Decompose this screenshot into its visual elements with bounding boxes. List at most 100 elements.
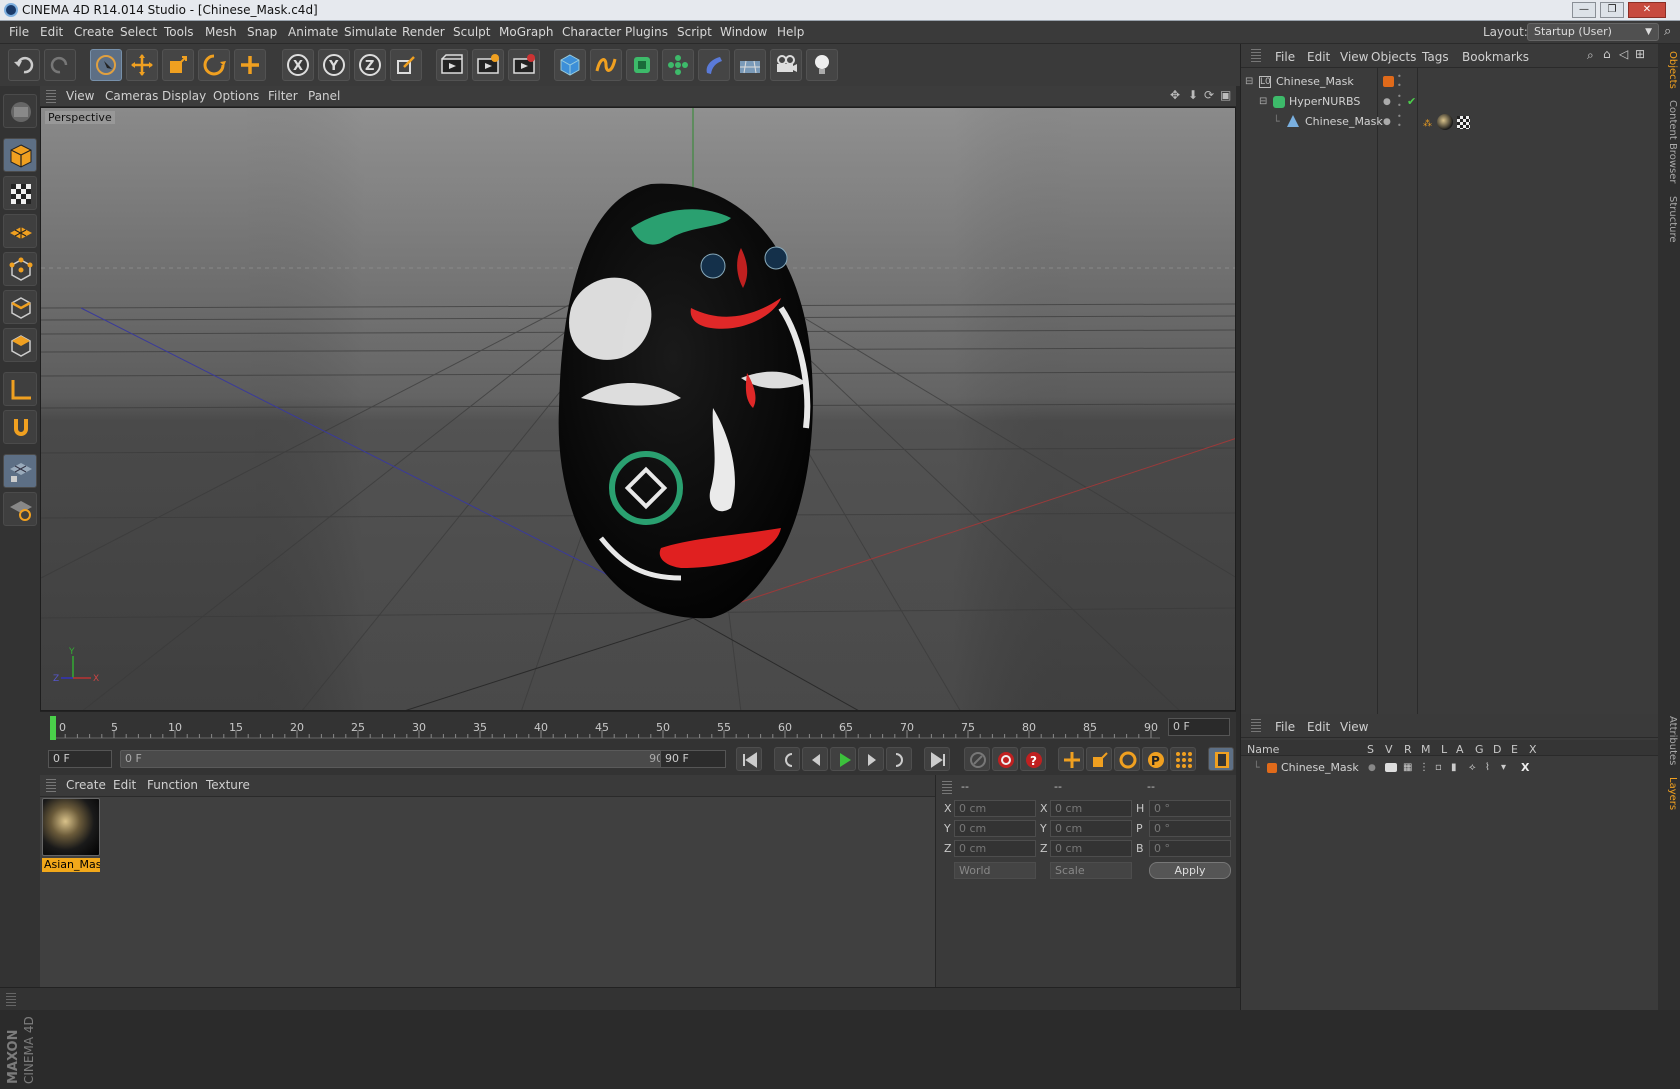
close-button[interactable]: ✕ (1628, 2, 1666, 18)
material-menu-create[interactable]: Create (66, 778, 106, 792)
viewport-menu-view[interactable]: View (66, 89, 94, 103)
column-name[interactable]: Name (1247, 743, 1279, 756)
camera-icon[interactable] (770, 49, 802, 81)
add-icon[interactable] (234, 49, 266, 81)
visibility-dots-icon[interactable]: • • (1397, 92, 1402, 110)
polygons-mode-icon[interactable] (3, 328, 37, 362)
menu-mesh[interactable]: Mesh (205, 25, 237, 39)
menu-simulate[interactable]: Simulate (344, 25, 397, 39)
object-menu-bookmarks[interactable]: Bookmarks (1462, 50, 1529, 64)
x-axis-lock-icon[interactable]: X (282, 49, 314, 81)
array-icon[interactable] (662, 49, 694, 81)
render-view-icon[interactable] (436, 49, 468, 81)
material-thumbnail[interactable] (42, 798, 100, 856)
viewport-menu-filter[interactable]: Filter (268, 89, 298, 103)
layer-color-swatch[interactable] (1383, 76, 1394, 87)
chinese-mask-model[interactable] (558, 183, 813, 619)
layer-menu-view[interactable]: View (1340, 720, 1368, 734)
light-icon[interactable] (806, 49, 838, 81)
object-name[interactable]: Chinese_Mask (1305, 112, 1383, 132)
model-mode-icon[interactable] (3, 138, 37, 172)
column-animation[interactable]: A (1456, 743, 1464, 756)
solo-toggle-icon[interactable]: ● (1368, 758, 1376, 778)
autokey-icon[interactable] (992, 747, 1018, 771)
object-menu-view[interactable]: View (1340, 50, 1368, 64)
layer-color-swatch[interactable] (1267, 763, 1277, 773)
expressions-toggle-icon[interactable]: ▾ (1501, 758, 1506, 778)
menu-sculpt[interactable]: Sculpt (453, 25, 490, 39)
render-toggle-icon[interactable]: ▦ (1403, 758, 1412, 778)
layer-row[interactable]: └ Chinese_Mask ● ▦ ⋮ ▫ ▮ ⟡ ⌇ ▾ X (1241, 758, 1659, 778)
play-icon[interactable] (830, 747, 856, 771)
viewport-move-icon[interactable]: ✥ (1170, 88, 1180, 102)
make-editable-icon[interactable] (3, 94, 37, 128)
undo-icon[interactable] (8, 49, 40, 81)
material-name[interactable]: Asian_Masl (42, 858, 100, 872)
rotation-b-field[interactable]: 0 ° (1149, 840, 1231, 857)
menu-window[interactable]: Window (720, 25, 767, 39)
coordinate-mode-select[interactable]: World (954, 862, 1036, 879)
material-menu-edit[interactable]: Edit (113, 778, 136, 792)
viewport-menu-display[interactable]: Display (162, 89, 206, 103)
world-coordinates-icon[interactable] (390, 49, 422, 81)
y-axis-lock-icon[interactable]: Y (318, 49, 350, 81)
column-locked[interactable]: L (1441, 743, 1447, 756)
move-icon[interactable] (126, 49, 158, 81)
edges-mode-icon[interactable] (3, 290, 37, 324)
3d-viewport[interactable]: Y Z X Perspective (40, 107, 1236, 711)
menu-plugins[interactable]: Plugins (625, 25, 668, 39)
z-axis-lock-icon[interactable]: Z (354, 49, 386, 81)
lock-toggle-icon[interactable]: ▫ (1435, 758, 1442, 778)
deformers-toggle-icon[interactable]: ⌇ (1485, 758, 1490, 778)
previous-key-icon[interactable] (774, 747, 800, 771)
nurbs-icon[interactable] (626, 49, 658, 81)
animation-toggle-icon[interactable]: ▮ (1451, 758, 1457, 778)
column-view[interactable]: V (1385, 743, 1393, 756)
position-y-field[interactable]: 0 cm (954, 820, 1036, 837)
render-settings-icon[interactable] (508, 49, 540, 81)
position-z-field[interactable]: 0 cm (954, 840, 1036, 857)
key-pla-icon[interactable] (1170, 747, 1196, 771)
viewport-rotate-icon[interactable]: ⟳ (1204, 88, 1214, 102)
locked-workplane-icon[interactable] (3, 454, 37, 488)
previous-frame-icon[interactable] (802, 747, 828, 771)
object-name[interactable]: Chinese_Mask (1276, 72, 1354, 92)
viewport-zoom-icon[interactable]: ⬇ (1188, 88, 1198, 102)
next-key-icon[interactable] (886, 747, 912, 771)
position-x-field[interactable]: 0 cm (954, 800, 1036, 817)
tab-layers[interactable]: Layers (1660, 774, 1678, 814)
menu-file[interactable]: File (9, 25, 29, 39)
key-parameter-icon[interactable]: P (1142, 747, 1168, 771)
rotation-p-field[interactable]: 0 ° (1149, 820, 1231, 837)
key-scale-icon[interactable] (1086, 747, 1112, 771)
material-menu-texture[interactable]: Texture (206, 778, 250, 792)
scale-icon[interactable] (162, 49, 194, 81)
column-expressions[interactable]: E (1511, 743, 1518, 756)
tab-content-browser[interactable]: Content Browser (1660, 100, 1678, 184)
collapse-icon[interactable]: ⊟ (1245, 72, 1253, 92)
tab-attributes[interactable]: Attributes (1660, 714, 1678, 768)
new-panel-icon[interactable]: ⊞ (1635, 47, 1645, 61)
render-picture-viewer-icon[interactable] (472, 49, 504, 81)
column-render[interactable]: R (1404, 743, 1412, 756)
apply-button[interactable]: Apply (1149, 862, 1231, 879)
menu-tools[interactable]: Tools (164, 25, 194, 39)
key-position-icon[interactable] (1058, 747, 1084, 771)
record-keys-icon[interactable] (964, 747, 990, 771)
search-icon[interactable]: ⌕ (1587, 48, 1594, 63)
scale-mode-select[interactable]: Scale (1050, 862, 1132, 879)
column-manager[interactable]: M (1421, 743, 1431, 756)
collapse-icon[interactable]: ⊟ (1259, 92, 1267, 112)
object-row-hypernurbs[interactable]: ⊟ HyperNURBS ● • • ✔ (1241, 92, 1659, 112)
tab-structure[interactable]: Structure (1660, 194, 1678, 244)
rotate-icon[interactable] (198, 49, 230, 81)
live-selection-icon[interactable] (90, 49, 122, 81)
object-menu-file[interactable]: File (1275, 50, 1295, 64)
object-menu-tags[interactable]: Tags (1422, 50, 1449, 64)
keyframe-selection-icon[interactable]: ? (1020, 747, 1046, 771)
floor-scene-icon[interactable] (734, 49, 766, 81)
go-to-start-icon[interactable] (736, 747, 762, 771)
menu-help[interactable]: Help (777, 25, 804, 39)
editor-visibility-icon[interactable]: ● (1383, 112, 1391, 132)
column-generators[interactable]: G (1475, 743, 1484, 756)
